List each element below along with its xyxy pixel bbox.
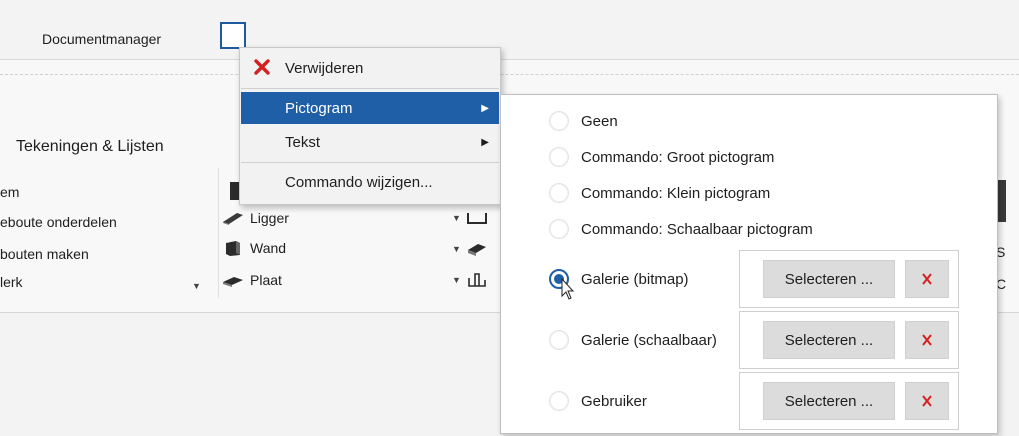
menu-item-verwijderen[interactable]: Verwijderen [241,52,499,84]
tab-documentmanager[interactable]: Documentmanager [42,31,161,47]
select-button[interactable]: Selecteren ... [763,382,895,420]
option-geen[interactable]: Geen [549,107,618,135]
chevron-down-icon[interactable]: ▼ [452,275,461,285]
ribbon-item-label: Wand [250,240,287,256]
ribbon-item-ligger[interactable]: Ligger [222,207,289,229]
option-gebruiker[interactable]: Gebruiker [549,387,647,415]
menu-item-commando-wijzigen[interactable]: Commando wijzigen... [241,166,499,198]
option-label: Commando: Groot pictogram [581,148,775,166]
menu-item-tekst[interactable]: Tekst ▶ [241,126,499,158]
wall-icon [226,241,240,256]
plate-icon [223,277,243,287]
ribbon-separator [218,168,219,298]
radio-button[interactable] [549,183,569,203]
channel-icon[interactable] [466,210,488,226]
chevron-right-icon: ▶ [481,136,489,148]
ribbon-item-wand[interactable]: Wand [222,237,286,259]
ribbon-left-item[interactable]: eboute onderdelen [0,214,117,230]
red-x-icon [922,273,932,285]
pictogram-submenu: Geen Commando: Groot pictogram Commando:… [500,94,998,434]
option-label: Commando: Schaalbaar pictogram [581,220,813,238]
opening-icon[interactable] [466,241,488,257]
option-label: Commando: Klein pictogram [581,184,771,202]
menu-item-pictogram[interactable]: Pictogram ▶ [241,92,499,124]
mouse-cursor-icon [561,278,575,300]
ribbon-item-label: Plaat [250,272,282,288]
menu-separator [241,88,499,89]
radio-button[interactable] [549,330,569,350]
red-x-icon [922,395,932,407]
chevron-down-icon[interactable]: ▼ [452,244,461,254]
option-label: Geen [581,112,618,130]
chevron-right-icon: ▶ [481,102,489,114]
red-x-icon [922,334,932,346]
bracket-icon[interactable] [466,272,488,288]
clear-button[interactable] [905,260,949,298]
ribbon-group-label: Tekeningen & Lijsten [16,138,164,155]
radio-button[interactable] [549,147,569,167]
option-commando-klein[interactable]: Commando: Klein pictogram [549,179,770,207]
menu-item-label: Pictogram [285,99,353,117]
ribbon-divider [0,74,1019,75]
option-commando-groot[interactable]: Commando: Groot pictogram [549,143,774,171]
focused-tab-placeholder[interactable] [220,22,246,49]
context-menu: Verwijderen Pictogram ▶ Tekst ▶ Commando… [239,47,501,205]
beam-icon [223,213,243,225]
select-button[interactable]: Selecteren ... [763,260,895,298]
menu-item-label: Commando wijzigen... [285,173,433,191]
option-label: Gebruiker [581,392,647,410]
delete-x-icon [254,59,270,75]
radio-button[interactable] [549,219,569,239]
radio-button[interactable] [549,111,569,131]
tab-bar: Documentmanager [0,0,1019,60]
option-galerie-schaalbaar[interactable]: Galerie (schaalbaar) [549,326,717,354]
option-commando-schaalbaar[interactable]: Commando: Schaalbaar pictogram [549,215,813,243]
chevron-down-icon[interactable]: ▼ [452,213,461,223]
clear-button[interactable] [905,321,949,359]
ribbon-left-item[interactable]: bouten maken [0,246,89,262]
ribbon-item-plaat[interactable]: Plaat [222,269,282,291]
ribbon-left-item[interactable]: lerk [0,274,23,290]
select-button[interactable]: Selecteren ... [763,321,895,359]
option-label: Galerie (bitmap) [581,270,689,288]
menu-separator [241,162,499,163]
ribbon-item-label: Ligger [250,210,289,226]
chevron-down-icon[interactable]: ▼ [192,281,201,291]
option-label: Galerie (schaalbaar) [581,331,717,349]
menu-item-label: Verwijderen [285,59,364,77]
clear-button[interactable] [905,382,949,420]
ribbon-left-item[interactable]: em [0,184,19,200]
menu-item-label: Tekst [285,133,321,151]
radio-button[interactable] [549,391,569,411]
